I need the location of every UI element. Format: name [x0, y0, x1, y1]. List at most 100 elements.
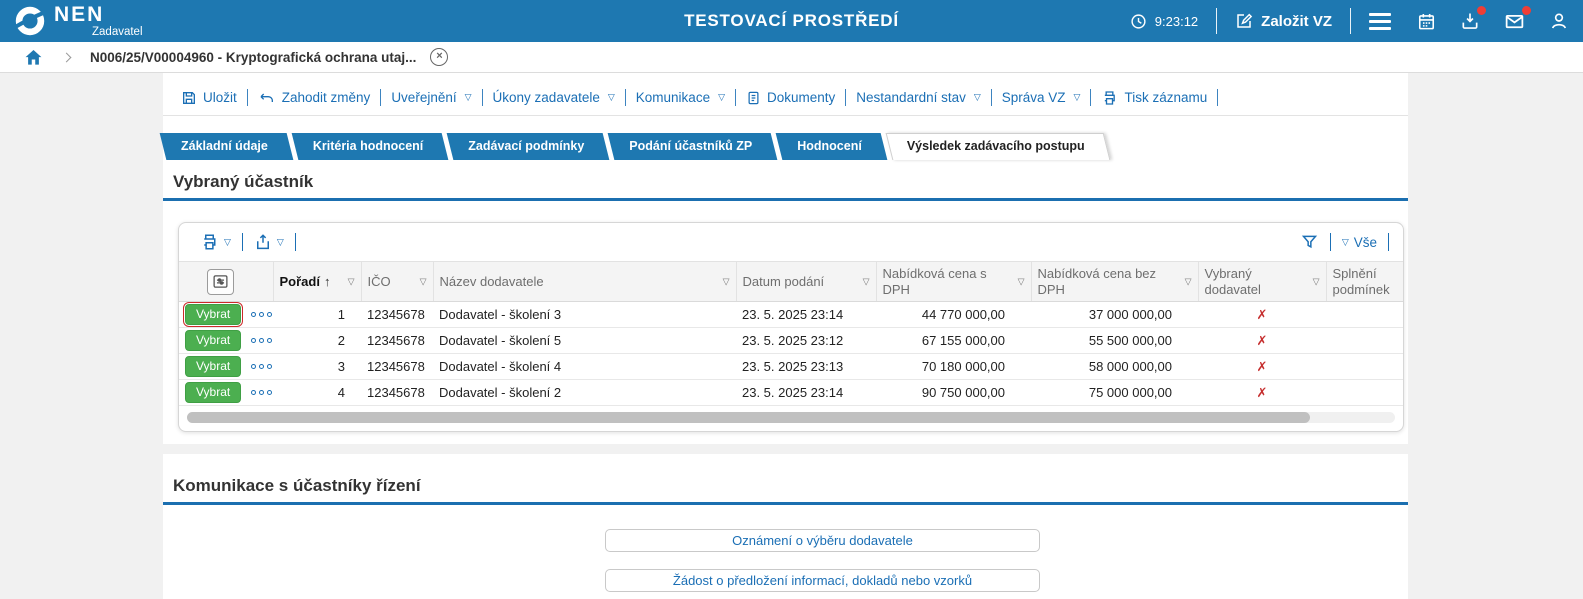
documents-button[interactable]: Dokumenty: [736, 90, 845, 106]
horizontal-scrollbar[interactable]: [187, 412, 1395, 423]
home-icon[interactable]: [24, 48, 43, 67]
cell-nazev: Dodavatel - školení 4: [433, 353, 736, 380]
cell-poradi: 3: [273, 353, 361, 380]
tab-bar: Základní údaje Kritéria hodnocení Zadáva…: [165, 133, 1408, 160]
select-supplier-button[interactable]: Vybrat: [182, 301, 244, 327]
cell-cena-s-dph: 90 750 000,00: [876, 379, 1031, 406]
table-row[interactable]: Vybrat 2 12345678 Dodavatel - školení 5 …: [179, 327, 1403, 354]
grid-scope-select[interactable]: ▽ Vše: [1333, 235, 1386, 250]
edit-icon: [1235, 12, 1253, 30]
select-supplier-button[interactable]: Vybrat: [185, 381, 242, 404]
chevron-down-icon[interactable]: ▽: [863, 276, 870, 287]
cell-nazev: Dodavatel - školení 3: [433, 301, 736, 328]
chevron-down-icon: ▽: [464, 92, 472, 102]
select-supplier-button[interactable]: Vybrat: [185, 355, 242, 378]
user-profile-icon[interactable]: [1549, 11, 1569, 31]
create-vz-button[interactable]: Založit VZ: [1235, 12, 1332, 30]
row-menu-icon[interactable]: [251, 389, 273, 395]
cell-splneni: [1326, 301, 1403, 328]
cell-nazev: Dodavatel - školení 5: [433, 327, 736, 354]
section-rule: [163, 502, 1408, 505]
chevron-down-icon[interactable]: ▽: [723, 276, 730, 287]
cell-cena-bez-dph: 58 000 000,00: [1031, 353, 1198, 380]
column-header-nazev-dodavatele[interactable]: Název dodavatele ▽: [433, 261, 737, 302]
print-record-button[interactable]: Tisk záznamu: [1091, 90, 1217, 106]
cell-ico: 12345678: [361, 353, 433, 380]
chevron-down-icon[interactable]: ▽: [1185, 276, 1192, 287]
nen-logo[interactable]: NEN Zadavatel: [14, 4, 143, 39]
column-header-ico[interactable]: IČO ▽: [361, 261, 434, 302]
row-menu-icon[interactable]: [251, 337, 273, 343]
cell-cena-s-dph: 70 180 000,00: [876, 353, 1031, 380]
header-divider: [1350, 8, 1351, 34]
grid-export-button[interactable]: ▽: [245, 233, 293, 251]
clock-time: 9:23:12: [1154, 13, 1199, 29]
section-rule: [163, 198, 1408, 201]
not-selected-icon: ✗: [1256, 306, 1268, 322]
contracting-authority-actions-menu[interactable]: Úkony zadavatele ▽: [483, 90, 625, 105]
downloads-icon[interactable]: [1460, 6, 1486, 31]
vz-administration-menu[interactable]: Správa VZ ▽: [992, 90, 1091, 105]
oznameni-o-vyberu-dodavatele-button[interactable]: Oznámení o výběru dodavatele: [605, 529, 1040, 552]
column-header-datum-podani[interactable]: Datum podání ▽: [736, 261, 877, 302]
cell-datum: 23. 5. 2025 23:12: [736, 327, 876, 354]
chevron-down-icon: ▽: [1073, 92, 1081, 102]
clock-group: 9:23:12: [1130, 13, 1198, 30]
chevron-down-icon[interactable]: ▽: [348, 276, 355, 287]
nonstandard-state-menu[interactable]: Nestandardní stav ▽: [846, 90, 990, 105]
table-row[interactable]: Vybrat 1 12345678 Dodavatel - školení 3 …: [179, 301, 1403, 328]
discard-changes-button[interactable]: Zahodit změny: [248, 90, 381, 106]
calendar-icon[interactable]: [1417, 12, 1436, 31]
close-tab-icon[interactable]: ×: [430, 48, 449, 66]
chevron-down-icon[interactable]: ▽: [420, 276, 427, 287]
cell-splneni: [1326, 327, 1403, 354]
breadcrumb-chevron-icon: [61, 52, 72, 62]
tab-kriteria-hodnoceni[interactable]: Kritéria hodnocení: [297, 133, 443, 160]
notification-dot: [1477, 6, 1486, 15]
select-supplier-button[interactable]: Vybrat: [185, 329, 242, 352]
publishing-menu[interactable]: Uveřejnění ▽: [381, 90, 481, 105]
record-toolbar: Uložit Zahodit změny Uveřejnění ▽ Úkony z…: [163, 85, 1408, 116]
nen-logo-icon: [14, 6, 46, 36]
not-selected-icon: ✗: [1256, 384, 1268, 400]
notification-dot: [1522, 5, 1531, 15]
export-icon: [254, 233, 272, 251]
column-header-cena-bez-dph[interactable]: Nabídková cena bez DPH ▽: [1031, 261, 1199, 302]
app-header: NEN Zadavatel TESTOVACÍ PROSTŘEDÍ 9:23:1…: [0, 0, 1583, 42]
tab-vysledek-zadavaciho-postupu[interactable]: Výsledek zadávacího postupu: [891, 133, 1105, 160]
zadost-o-predlozeni-informaci-button[interactable]: Žádost o předložení informací, dokladů n…: [605, 569, 1040, 592]
menu-icon[interactable]: [1369, 12, 1391, 30]
not-selected-icon: ✗: [1256, 358, 1268, 374]
column-header-cena-s-dph[interactable]: Nabídková cena s DPH ▽: [876, 261, 1032, 302]
not-selected-icon: ✗: [1256, 332, 1268, 348]
chevron-down-icon: ▽: [1341, 236, 1349, 247]
grid-filter-button[interactable]: [1291, 233, 1328, 251]
messages-icon[interactable]: [1504, 5, 1531, 32]
column-header-splneni-podminek[interactable]: Splnění podmínek: [1326, 261, 1403, 302]
table-row[interactable]: Vybrat 4 12345678 Dodavatel - školení 2 …: [179, 379, 1403, 406]
table-row[interactable]: Vybrat 3 12345678 Dodavatel - školení 4 …: [179, 353, 1403, 380]
header-divider: [1216, 8, 1218, 34]
breadcrumb-current-item[interactable]: N006/25/V00004960 - Kryptografická ochra…: [90, 50, 416, 65]
save-button[interactable]: Uložit: [171, 90, 247, 106]
participants-grid-panel: ▽ ▽ ▽ Vše Pořadí ↑ ▽ IČO ▽ Název dodavat…: [178, 222, 1404, 432]
scrollbar-thumb[interactable]: [187, 412, 1311, 423]
column-settings-icon[interactable]: [207, 268, 234, 295]
grid-toolbar: ▽ ▽ ▽ Vše: [179, 223, 1403, 261]
chevron-down-icon[interactable]: ▽: [1313, 276, 1320, 287]
cell-cena-bez-dph: 75 000 000,00: [1031, 379, 1198, 406]
grid-print-button[interactable]: ▽: [191, 233, 240, 251]
row-menu-icon[interactable]: [251, 311, 273, 317]
column-header-vybrany-dodavatel[interactable]: Vybraný dodavatel ▽: [1198, 261, 1327, 302]
chevron-down-icon[interactable]: ▽: [1018, 276, 1025, 287]
row-menu-icon[interactable]: [251, 363, 273, 369]
column-header-poradi[interactable]: Pořadí ↑ ▽: [273, 261, 362, 302]
tab-zadavaci-podminky[interactable]: Zadávací podmínky: [452, 133, 604, 160]
cell-splneni: [1326, 353, 1403, 380]
tab-zakladni-udaje[interactable]: Základní údaje: [165, 133, 288, 160]
tab-podani-ucastniku-zp[interactable]: Podání účastníků ZP: [613, 133, 772, 160]
tab-hodnoceni[interactable]: Hodnocení: [781, 133, 882, 160]
communication-menu[interactable]: Komunikace ▽: [626, 90, 735, 105]
section-title-komunikace: Komunikace s účastníky řízení: [173, 476, 421, 495]
